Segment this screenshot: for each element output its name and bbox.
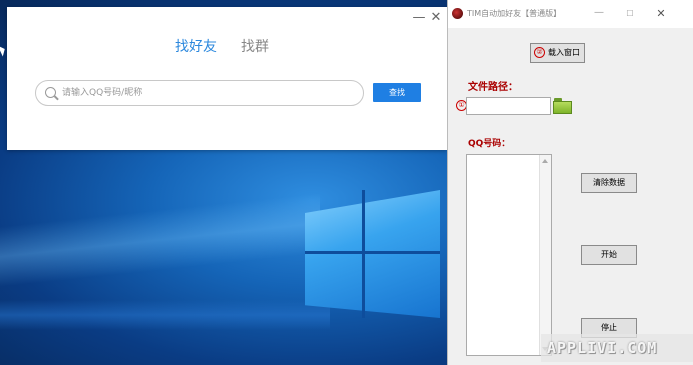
qq-list-scrollbar[interactable] <box>539 155 551 355</box>
step-2-badge: ② <box>534 47 545 58</box>
search-icon <box>45 87 56 98</box>
find-button[interactable]: 查找 <box>373 83 421 102</box>
tab-find-group[interactable]: 找群 <box>241 36 269 56</box>
file-path-label: 文件路径： <box>468 82 518 93</box>
light-beam-lower <box>0 300 330 330</box>
windows-logo-divider-v <box>362 190 365 318</box>
search-input[interactable] <box>62 85 352 101</box>
file-path-field[interactable] <box>466 97 551 115</box>
find-friend-dialog: — ✕ 找好友 找群 查找 <box>7 7 447 150</box>
tab-find-friend[interactable]: 找好友 <box>175 36 217 56</box>
minimize-icon[interactable]: — <box>412 11 426 25</box>
qq-number-list[interactable] <box>466 154 552 356</box>
maximize-icon[interactable]: ☐ <box>623 9 637 18</box>
start-button[interactable]: 开始 <box>581 245 637 265</box>
app-logo-icon <box>452 8 463 19</box>
title-bar: TIM自动加好友【普通版】 — ☐ ✕ <box>448 0 693 28</box>
scroll-up-icon[interactable] <box>542 159 548 163</box>
watermark: APPLIVI.COM <box>541 334 693 362</box>
windows-logo-divider-h <box>305 251 440 254</box>
qq-number-label: QQ号码： <box>468 139 511 149</box>
close-icon[interactable]: ✕ <box>654 7 668 20</box>
clear-data-button[interactable]: 清除数据 <box>581 173 637 193</box>
load-window-label: 载入窗口 <box>548 48 580 57</box>
folder-icon[interactable] <box>552 97 572 115</box>
window-title: TIM自动加好友【普通版】 <box>467 9 562 18</box>
close-icon[interactable]: ✕ <box>429 11 443 25</box>
minimize-icon[interactable]: — <box>592 7 606 18</box>
search-box[interactable] <box>35 80 364 106</box>
windows-logo <box>305 190 440 318</box>
light-beam <box>0 193 320 287</box>
tim-auto-add-window: TIM自动加好友【普通版】 — ☐ ✕ ② 载入窗口 文件路径： ① QQ号码：… <box>447 0 693 365</box>
